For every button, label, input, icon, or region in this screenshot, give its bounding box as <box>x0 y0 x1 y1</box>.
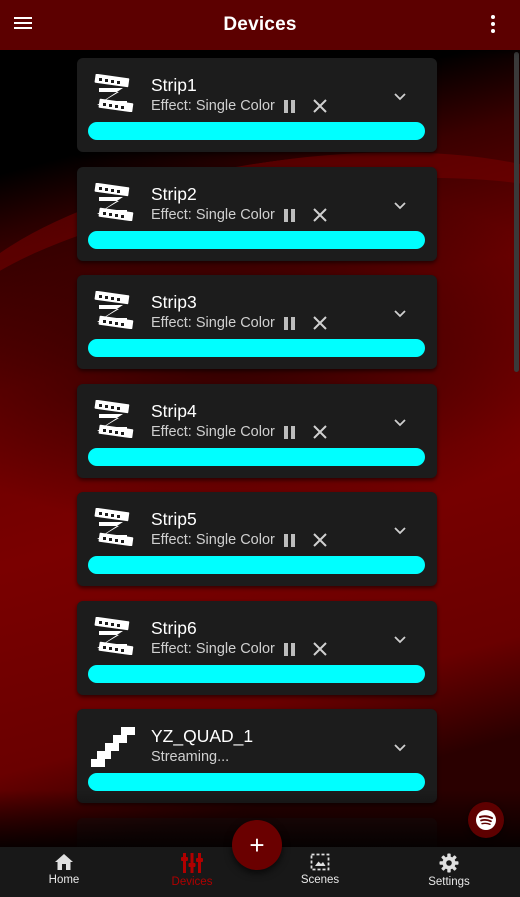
close-icon[interactable] <box>313 533 327 547</box>
color-bar[interactable] <box>88 230 425 249</box>
device-card[interactable]: Strip2 Effect: Single Color <box>77 166 437 261</box>
device-effect: Effect: Single Color <box>151 423 275 440</box>
color-bar[interactable] <box>88 339 425 357</box>
nav-label-devices: Devices <box>171 876 213 888</box>
chevron-down-icon[interactable] <box>394 522 406 535</box>
device-name: Strip2 <box>151 183 197 204</box>
led-strip-icon <box>93 616 135 655</box>
device-card[interactable]: Strip1 Effect: Single Color <box>77 58 437 152</box>
nav-settings[interactable]: Settings <box>385 847 513 897</box>
pause-icon[interactable] <box>284 642 298 657</box>
led-strip-icon <box>93 399 135 438</box>
device-name: Strip3 <box>151 292 197 312</box>
color-bar[interactable] <box>88 447 425 466</box>
close-icon[interactable] <box>313 99 327 113</box>
device-effect: Effect: Single Color <box>151 98 275 114</box>
chevron-down-icon[interactable] <box>394 88 406 101</box>
settings-icon <box>439 853 459 873</box>
chevron-down-icon[interactable] <box>394 414 406 426</box>
devices-icon <box>181 853 203 873</box>
scenes-icon <box>310 853 330 871</box>
device-card[interactable]: YZ_QUAD_1 Streaming... <box>77 709 437 803</box>
stairs-icon <box>91 725 135 767</box>
color-bar[interactable] <box>88 556 425 574</box>
device-card[interactable]: Strip5 Effect: Single Color <box>77 492 437 586</box>
pause-icon[interactable] <box>284 534 298 548</box>
chevron-down-icon[interactable] <box>394 631 406 643</box>
nav-label-settings: Settings <box>428 876 470 888</box>
led-strip-icon <box>93 507 135 547</box>
close-icon[interactable] <box>313 316 327 330</box>
nav-home[interactable]: Home <box>0 847 128 897</box>
chevron-down-icon[interactable] <box>394 739 406 752</box>
pause-icon[interactable] <box>284 208 298 223</box>
close-icon[interactable] <box>313 207 327 222</box>
device-card[interactable]: Strip3 Effect: Single Color <box>77 275 437 369</box>
nav-label-scenes: Scenes <box>300 874 340 886</box>
device-status: Streaming... <box>151 749 230 765</box>
device-name: Strip5 <box>151 509 197 529</box>
color-bar[interactable] <box>88 122 425 140</box>
device-name: Strip1 <box>151 75 197 95</box>
home-icon <box>55 854 73 870</box>
led-strip-icon <box>93 73 135 113</box>
add-icon: + <box>249 830 265 860</box>
close-icon[interactable] <box>313 641 327 656</box>
pause-icon[interactable] <box>284 425 298 440</box>
device-effect: Effect: Single Color <box>151 206 275 223</box>
chevron-down-icon[interactable] <box>394 305 406 318</box>
scrollbar[interactable] <box>514 52 519 372</box>
app-header: Devices <box>0 0 520 50</box>
color-bar[interactable] <box>88 773 425 791</box>
chevron-down-icon[interactable] <box>394 197 406 209</box>
device-effect: Effect: Single Color <box>151 532 275 548</box>
device-list: Strip1 Effect: Single Color Strip2 Effec… <box>77 58 437 872</box>
device-effect: Effect: Single Color <box>151 640 275 657</box>
page-title: Devices <box>223 14 297 35</box>
spotify-icon[interactable] <box>468 802 504 838</box>
device-name: Strip6 <box>151 617 197 638</box>
more-vert-icon[interactable] <box>488 15 498 37</box>
device-name: Strip4 <box>151 400 197 421</box>
nav-label-home: Home <box>48 874 80 886</box>
device-name: YZ_QUAD_1 <box>151 726 254 746</box>
hamburger-menu-icon[interactable] <box>14 14 36 36</box>
pause-icon[interactable] <box>284 317 298 331</box>
device-card[interactable]: Strip6 Effect: Single Color <box>77 600 437 695</box>
pause-icon[interactable] <box>284 100 298 114</box>
led-strip-icon <box>93 290 135 330</box>
device-effect: Effect: Single Color <box>151 315 275 331</box>
close-icon[interactable] <box>313 424 327 439</box>
led-strip-icon <box>93 182 135 221</box>
device-card[interactable]: Strip4 Effect: Single Color <box>77 383 437 478</box>
color-bar[interactable] <box>88 664 425 683</box>
add-device-button[interactable]: + <box>232 820 282 870</box>
